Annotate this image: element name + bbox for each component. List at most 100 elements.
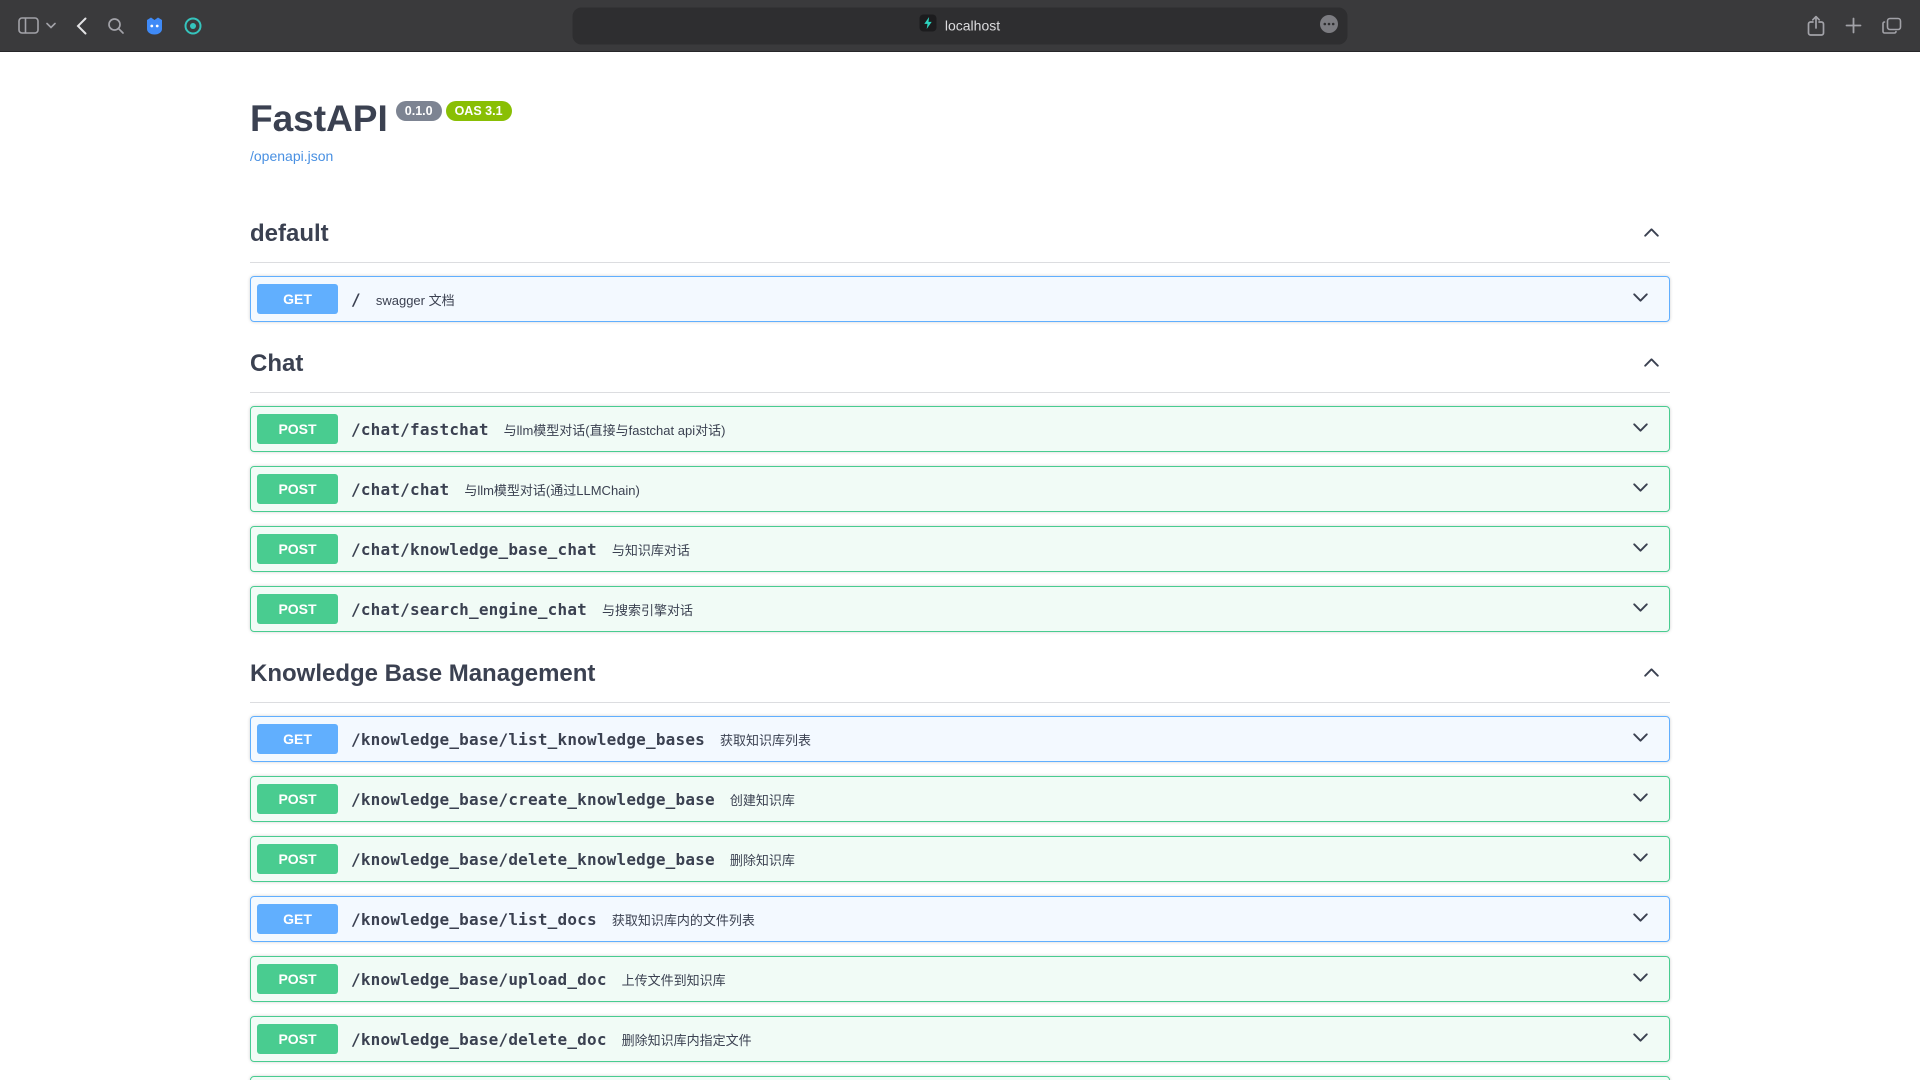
expand-operation-button[interactable] bbox=[1622, 723, 1659, 755]
tag-title: default bbox=[250, 220, 329, 248]
expand-operation-button[interactable] bbox=[1622, 533, 1659, 565]
operation-row[interactable]: POST/chat/knowledge_base_chat与知识库对话 bbox=[250, 526, 1670, 572]
version-badge: 0.1.0 bbox=[396, 101, 442, 121]
method-badge: POST bbox=[257, 844, 338, 874]
share-button[interactable] bbox=[1805, 13, 1827, 39]
operation-row[interactable]: POST/knowledge_base/update_doc更新现有文件到知识库 bbox=[250, 1076, 1670, 1080]
chevron-down-icon bbox=[1630, 1027, 1651, 1051]
operation-row[interactable]: POST/knowledge_base/create_knowledge_bas… bbox=[250, 776, 1670, 822]
api-info: FastAPI0.1.0OAS 3.1 /openapi.json bbox=[250, 98, 1670, 166]
api-title: FastAPI0.1.0OAS 3.1 bbox=[250, 98, 1670, 140]
chevron-up-icon bbox=[1641, 662, 1662, 686]
operation-row[interactable]: GET/swagger 文档 bbox=[250, 276, 1670, 322]
method-badge: POST bbox=[257, 474, 338, 504]
chevron-down-icon bbox=[1630, 477, 1651, 501]
api-tag-section: defaultGET/swagger 文档 bbox=[250, 208, 1670, 322]
expand-operation-button[interactable] bbox=[1622, 963, 1659, 995]
extension-blue-icon bbox=[145, 17, 164, 35]
swagger-ui: FastAPI0.1.0OAS 3.1 /openapi.json defaul… bbox=[230, 98, 1690, 1080]
method-badge: POST bbox=[257, 1024, 338, 1054]
operation-summary: 获取知识库列表 bbox=[720, 730, 811, 749]
method-badge: GET bbox=[257, 904, 338, 934]
tab-overview-button[interactable] bbox=[1880, 15, 1904, 37]
expand-operation-button[interactable] bbox=[1622, 283, 1659, 315]
address-bar[interactable]: localhost bbox=[573, 7, 1348, 44]
expand-operation-button[interactable] bbox=[1622, 593, 1659, 625]
operation-summary: 删除知识库 bbox=[730, 850, 795, 869]
chevron-up-icon bbox=[1641, 222, 1662, 246]
extension-blue-button[interactable] bbox=[143, 15, 166, 37]
method-badge: POST bbox=[257, 964, 338, 994]
search-button[interactable] bbox=[105, 15, 127, 37]
chevron-down-icon bbox=[1630, 787, 1651, 811]
back-button[interactable] bbox=[74, 15, 89, 37]
api-tag-section: Chat POST/chat/fastchat与llm模型对话(直接与fastch… bbox=[250, 338, 1670, 632]
chevron-up-icon bbox=[1641, 352, 1662, 376]
operation-path: /knowledge_base/delete_doc bbox=[351, 1030, 607, 1049]
method-badge: POST bbox=[257, 784, 338, 814]
operation-summary: 与知识库对话 bbox=[612, 540, 690, 559]
method-badge: POST bbox=[257, 414, 338, 444]
operation-path: /chat/search_engine_chat bbox=[351, 600, 587, 619]
api-tag-section: Knowledge Base Management GET/knowledge_b… bbox=[250, 648, 1670, 1080]
method-badge: POST bbox=[257, 594, 338, 624]
share-icon bbox=[1807, 15, 1825, 37]
chevron-down-icon bbox=[1630, 907, 1651, 931]
chevron-down-icon bbox=[46, 22, 56, 29]
operation-row[interactable]: GET/knowledge_base/list_knowledge_bases获… bbox=[250, 716, 1670, 762]
collapse-tag-button[interactable] bbox=[1633, 218, 1670, 250]
operation-summary: 与搜索引擎对话 bbox=[602, 600, 693, 619]
extension-teal-icon bbox=[184, 17, 202, 35]
tag-header[interactable]: default bbox=[250, 208, 1670, 263]
operation-row[interactable]: POST/chat/fastchat与llm模型对话(直接与fastchat a… bbox=[250, 406, 1670, 452]
operation-summary: 删除知识库内指定文件 bbox=[622, 1030, 752, 1049]
collapse-tag-button[interactable] bbox=[1633, 658, 1670, 690]
expand-operation-button[interactable] bbox=[1622, 413, 1659, 445]
operation-path: /knowledge_base/create_knowledge_base bbox=[351, 790, 715, 809]
openapi-spec-link[interactable]: /openapi.json bbox=[250, 148, 333, 164]
operation-path: /chat/knowledge_base_chat bbox=[351, 540, 597, 559]
collapse-tag-button[interactable] bbox=[1633, 348, 1670, 380]
plus-icon bbox=[1845, 17, 1862, 34]
operation-row[interactable]: POST/knowledge_base/delete_doc 删除知识库内指定文件 bbox=[250, 1016, 1670, 1062]
operation-path: /chat/chat bbox=[351, 480, 449, 499]
operation-row[interactable]: POST/knowledge_base/delete_knowledge_bas… bbox=[250, 836, 1670, 882]
operation-path: /knowledge_base/list_docs bbox=[351, 910, 597, 929]
operation-row[interactable]: POST/chat/chat 与llm模型对话(通过LLMChain) bbox=[250, 466, 1670, 512]
method-badge: GET bbox=[257, 284, 338, 314]
browser-window: localhost bbox=[0, 0, 1920, 1080]
browser-toolbar: localhost bbox=[0, 0, 1920, 52]
operation-summary: 与llm模型对话(通过LLMChain) bbox=[464, 480, 640, 499]
chevron-down-icon bbox=[1630, 847, 1651, 871]
expand-operation-button[interactable] bbox=[1622, 903, 1659, 935]
chevron-down-icon bbox=[1630, 967, 1651, 991]
expand-operation-button[interactable] bbox=[1622, 783, 1659, 815]
expand-operation-button[interactable] bbox=[1622, 1023, 1659, 1055]
page-viewport: FastAPI0.1.0OAS 3.1 /openapi.json defaul… bbox=[0, 52, 1920, 1080]
operation-summary: 创建知识库 bbox=[730, 790, 795, 809]
expand-operation-button[interactable] bbox=[1622, 473, 1659, 505]
method-badge: GET bbox=[257, 724, 338, 754]
operation-path: /chat/fastchat bbox=[351, 420, 489, 439]
sidebar-menu-button[interactable] bbox=[44, 20, 58, 31]
page-menu-button[interactable] bbox=[1319, 14, 1340, 38]
toolbar-right-group bbox=[1805, 13, 1904, 39]
tag-header[interactable]: Knowledge Base Management bbox=[250, 648, 1670, 703]
extension-teal-button[interactable] bbox=[182, 15, 204, 37]
operation-path: / bbox=[351, 290, 361, 309]
new-tab-button[interactable] bbox=[1843, 15, 1864, 36]
expand-operation-button[interactable] bbox=[1622, 843, 1659, 875]
site-favicon bbox=[920, 15, 937, 37]
tag-title: Knowledge Base Management bbox=[250, 660, 595, 688]
tag-title: Chat bbox=[250, 350, 303, 378]
operation-row[interactable]: POST/chat/search_engine_chat 与搜索引擎对话 bbox=[250, 586, 1670, 632]
sidebar-toggle-button[interactable] bbox=[16, 15, 41, 36]
operation-row[interactable]: GET/knowledge_base/list_docs获取知识库内的文件列表 bbox=[250, 896, 1670, 942]
tag-header[interactable]: Chat bbox=[250, 338, 1670, 393]
operation-row[interactable]: POST/knowledge_base/upload_doc上传文件到知识库 bbox=[250, 956, 1670, 1002]
search-icon bbox=[107, 17, 125, 35]
operation-path: /knowledge_base/delete_knowledge_base bbox=[351, 850, 715, 869]
chevron-down-icon bbox=[1630, 287, 1651, 311]
chevron-down-icon bbox=[1630, 727, 1651, 751]
api-title-text: FastAPI bbox=[250, 98, 388, 139]
